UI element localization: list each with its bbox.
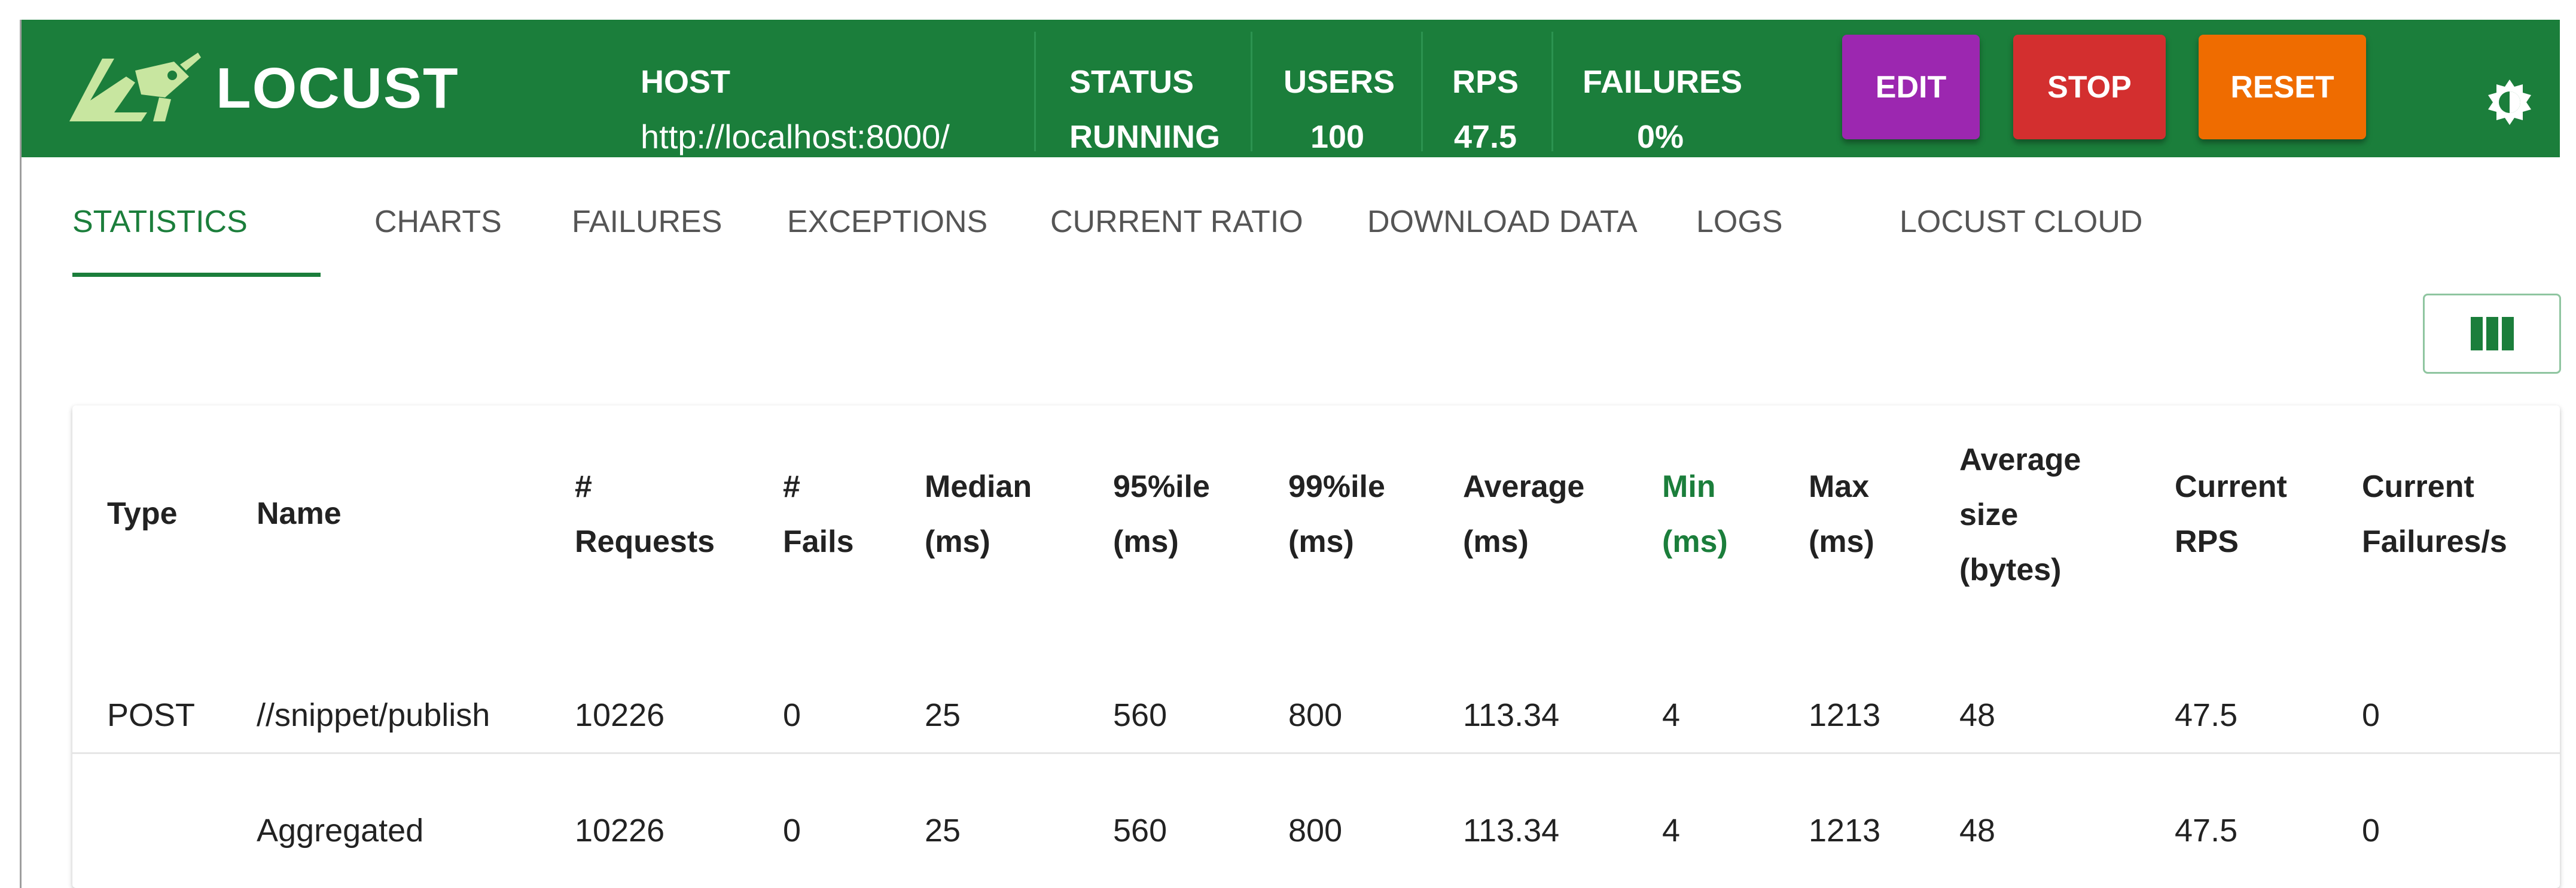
header-99ile[interactable]: 99%ile (ms) [1288,459,1385,569]
header-95ile[interactable]: 95%ile (ms) [1113,459,1210,569]
tab-failures[interactable]: FAILURES [572,204,722,240]
reset-button[interactable]: RESET [2199,35,2366,139]
header-type[interactable]: Type [107,486,178,541]
cell-requests: 10226 [575,813,665,849]
status-label: STATUS [1069,64,1194,100]
cell-median: 25 [925,813,961,849]
cell-requests: 10226 [575,697,665,733]
failures-label: FAILURES [1583,64,1743,100]
header-name[interactable]: Name [257,486,342,541]
header-fails[interactable]: # Fails [783,459,854,569]
cell-min: 4 [1662,697,1681,733]
header-median[interactable]: Median (ms) [925,459,1032,569]
host-stat: HOST http://localhost:8000/ [641,54,950,164]
cell-99ile: 800 [1288,813,1343,849]
cell-max: 1213 [1809,697,1881,733]
cell-average: 113.34 [1463,697,1560,733]
divider [1421,32,1423,151]
edit-button[interactable]: EDIT [1842,35,1980,139]
host-value: http://localhost:8000/ [641,118,950,155]
divider [1551,32,1553,151]
cell-average-size: 48 [1959,697,1996,733]
cell-99ile: 800 [1288,697,1343,733]
column-selector-button[interactable] [2423,294,2561,374]
header-average[interactable]: Average (ms) [1463,459,1584,569]
status-stat: STATUS RUNNING [1069,54,1220,164]
tab-statistics[interactable]: STATISTICS [72,204,248,240]
cell-average-size: 48 [1959,813,1996,849]
status-value: RUNNING [1069,119,1220,155]
row-divider [72,752,2560,754]
header-min[interactable]: Min (ms) [1662,459,1728,569]
app-page: LOCUST HOST http://localhost:8000/ STATU… [20,20,2561,888]
divider [1251,32,1252,151]
divider [1034,32,1036,151]
failures-value: 0% [1636,119,1684,155]
header-requests[interactable]: # Requests [575,459,715,569]
theme-toggle-icon[interactable] [2486,78,2534,126]
tab-logs[interactable]: LOGS [1696,204,1783,240]
locust-logo-icon [69,53,201,121]
cell-name: //snippet/publish [257,697,490,733]
users-label: USERS [1284,64,1395,100]
cell-median: 25 [925,697,961,733]
rps-label: RPS [1452,64,1519,100]
top-bar: LOCUST HOST http://localhost:8000/ STATU… [22,20,2560,157]
tab-locust-cloud[interactable]: LOCUST CLOUD [1900,204,2142,240]
tab-bar: STATISTICS CHARTS FAILURES EXCEPTIONS CU… [72,157,2345,277]
cell-current-rps: 47.5 [2175,813,2238,849]
rps-value: 47.5 [1453,119,1517,155]
cell-average: 113.34 [1463,813,1560,849]
statistics-table: Type Name # Requests # Fails Median (ms) 95… [72,405,2560,888]
cell-type: POST [107,697,196,733]
tab-download-data[interactable]: DOWNLOAD DATA [1367,204,1638,240]
cell-min: 4 [1662,813,1681,849]
view-columns-icon [2470,317,2514,350]
users-stat: USERS 100 [1284,54,1395,164]
cell-current-failures: 0 [2362,697,2380,733]
tab-exceptions[interactable]: EXCEPTIONS [787,204,987,240]
app-name: LOCUST [216,56,459,120]
failures-stat: FAILURES 0% [1583,54,1743,164]
tab-charts[interactable]: CHARTS [374,204,502,240]
cell-current-failures: 0 [2362,813,2380,849]
header-current-failures[interactable]: Current Failures/s [2362,459,2507,569]
cell-95ile: 560 [1113,813,1167,849]
cell-name: Aggregated [257,813,424,849]
cell-95ile: 560 [1113,697,1167,733]
cell-max: 1213 [1809,813,1881,849]
logo[interactable]: LOCUST [69,53,459,124]
users-value: 100 [1310,119,1365,155]
cell-fails: 0 [783,697,801,733]
stop-button[interactable]: STOP [2013,35,2166,139]
rps-stat: RPS 47.5 [1448,54,1523,164]
cell-current-rps: 47.5 [2175,697,2238,733]
tab-current-ratio[interactable]: CURRENT RATIO [1050,204,1303,240]
header-average-size[interactable]: Average size (bytes) [1959,432,2081,597]
active-tab-indicator [72,273,321,277]
cell-fails: 0 [783,813,801,849]
header-max[interactable]: Max (ms) [1809,459,1874,569]
host-label: HOST [641,64,731,100]
header-current-rps[interactable]: Current RPS [2175,459,2287,569]
